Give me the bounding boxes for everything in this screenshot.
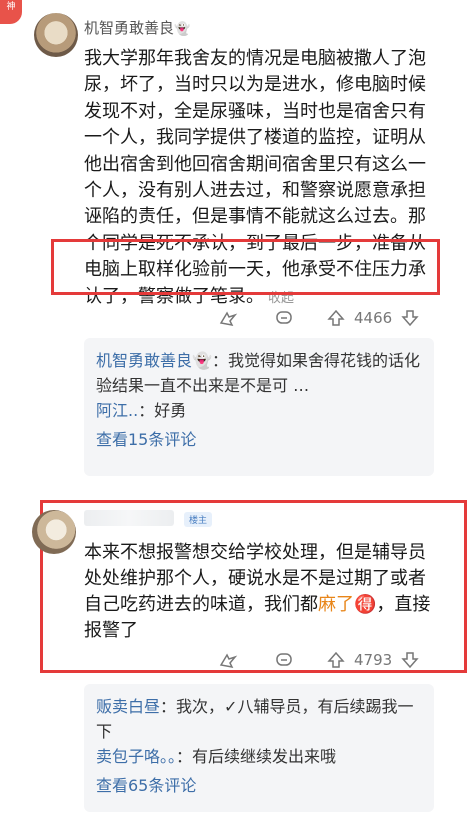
comment-body: 本来不想报警想交给学校处理，但是辅导员处处维护那个人，硬说水是不是过期了或者自己… <box>84 542 431 641</box>
reply-author[interactable]: 卖包子咯。。 <box>96 747 176 766</box>
reply-author[interactable]: 贩卖白昼 <box>96 697 160 716</box>
avatar[interactable] <box>34 13 78 57</box>
comment-body: 我大学那年我舍友的情况是电脑被撒人了泡尿，坏了，当时只以为是进水，修电脑时候发现… <box>84 46 436 312</box>
reply-preview[interactable]: 贩卖白昼：我次，✓八辅导员，有后续踢我一下 卖包子咯。。：有后续继续发出来哦 查… <box>84 684 434 812</box>
blurred-username <box>84 510 174 526</box>
upvote-icon[interactable] <box>326 650 346 670</box>
ghost-emoji-icon: 👻 <box>174 22 191 37</box>
reply-item[interactable]: 机智勇敢善良👻：我觉得如果舍得花钱的话化验结果一直不出来是不是可 … <box>96 348 422 398</box>
comment-actions: 4793 <box>218 650 420 670</box>
share-icon[interactable] <box>218 650 238 670</box>
avatar[interactable] <box>32 510 76 554</box>
reply-item[interactable]: 贩卖白昼：我次，✓八辅导员，有后续踢我一下 <box>96 694 422 744</box>
emoji-icon: 🉐 <box>354 594 377 615</box>
like-count: 4793 <box>354 651 393 669</box>
highlight-text: 麻了 <box>318 594 354 615</box>
reply-item[interactable]: 卖包子咯。。：有后续继续发出来哦 <box>96 744 422 769</box>
reply-author[interactable]: 阿江.. <box>96 401 138 420</box>
reply-preview[interactable]: 机智勇敢善良👻：我觉得如果舍得花钱的话化验结果一直不出来是不是可 … 阿江..：… <box>84 338 434 476</box>
corner-badge: 神 <box>0 0 22 24</box>
op-badge: 楼主 <box>184 512 213 527</box>
comment-actions: 4466 <box>218 308 420 328</box>
reply-author[interactable]: 机智勇敢善良 <box>96 351 192 370</box>
downvote-icon[interactable] <box>400 308 420 328</box>
username-text[interactable]: 机智勇敢善良 <box>84 19 174 37</box>
like-count: 4466 <box>354 309 393 327</box>
comment-icon[interactable] <box>274 650 294 670</box>
reply-item[interactable]: 阿江..：好勇 <box>96 398 422 423</box>
downvote-icon[interactable] <box>400 650 420 670</box>
comment-icon[interactable] <box>274 308 294 328</box>
view-more-replies[interactable]: 查看65条评论 <box>96 773 422 798</box>
share-icon[interactable] <box>218 308 238 328</box>
upvote-icon[interactable] <box>326 308 346 328</box>
view-more-replies[interactable]: 查看15条评论 <box>96 427 422 452</box>
ghost-emoji-icon: 👻 <box>192 351 212 370</box>
comment-text: 我大学那年我舍友的情况是电脑被撒人了泡尿，坏了，当时只以为是进水，修电脑时候发现… <box>84 48 426 307</box>
comment-username[interactable]: 机智勇敢善良👻 <box>84 17 190 38</box>
reply-text: 有后续继续发出来哦 <box>192 747 337 766</box>
reply-text: 好勇 <box>154 401 187 420</box>
collapse-link[interactable]: 收起 <box>268 291 294 306</box>
